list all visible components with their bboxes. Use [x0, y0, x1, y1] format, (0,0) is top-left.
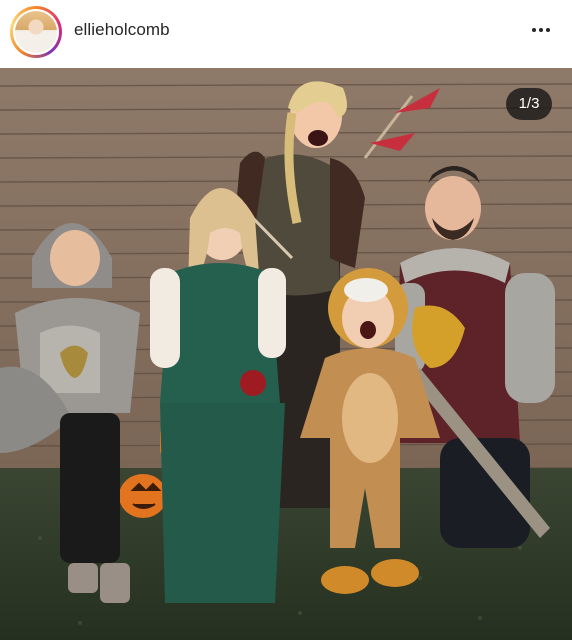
- avatar[interactable]: [10, 6, 62, 58]
- username-link[interactable]: ellieholcomb: [74, 20, 170, 40]
- more-options-icon[interactable]: [526, 18, 556, 42]
- avatar-photo: [15, 11, 57, 53]
- dot-1: [532, 28, 536, 32]
- pumpkin-bucket-left: [119, 474, 167, 518]
- carousel-counter: 1/3: [506, 88, 552, 120]
- avatar-border: [13, 9, 59, 55]
- post-header: ellieholcomb: [0, 0, 572, 62]
- dot-3: [546, 28, 550, 32]
- photo-illustration: [0, 68, 572, 640]
- post-photo[interactable]: [0, 68, 572, 640]
- dot-2: [539, 28, 543, 32]
